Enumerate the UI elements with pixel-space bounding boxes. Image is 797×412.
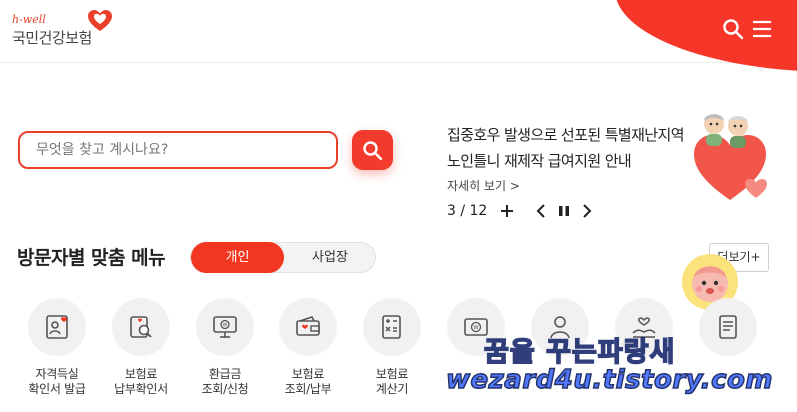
monitor-won-icon: W <box>213 316 237 338</box>
tile-label-line1: 보험료 <box>124 367 158 381</box>
pause-icon[interactable] <box>556 201 572 221</box>
tile-label-line2: 확인서 발급 <box>28 382 86 396</box>
menu-item-refund[interactable]: W 환급금 조회/신청 <box>190 298 260 397</box>
plus-icon[interactable] <box>499 201 515 221</box>
menu-item-eligibility-certificate[interactable]: 자격득실 확인서 발급 <box>22 298 92 397</box>
document-search-icon <box>130 316 152 338</box>
calculator-icon <box>382 315 401 339</box>
document-icon <box>719 315 737 339</box>
visitor-type-toggle: 개인 사업장 <box>190 242 376 273</box>
notice-page-indicator: 3 / 12 <box>447 203 488 219</box>
menu-item-premium-calculator[interactable]: 보험료 계산기 <box>357 298 427 397</box>
watermark-title: 꿈을 꾸는파랑새 <box>483 336 676 369</box>
tile-icon-circle <box>279 298 337 356</box>
tile-icon-circle <box>28 298 86 356</box>
notice-more-link[interactable]: 자세히 보기 > <box>447 177 520 194</box>
nhis-logo[interactable]: h-well 국민건강보험 <box>12 9 122 49</box>
tile-label-line1: 환급금 <box>208 367 242 381</box>
tile-icon-circle <box>699 298 757 356</box>
heart-logo-icon <box>88 10 112 31</box>
search-icon[interactable] <box>722 18 744 40</box>
search-button[interactable] <box>352 130 393 170</box>
logo-hwell-text: h-well <box>12 13 46 26</box>
next-icon[interactable] <box>579 201 595 221</box>
svg-text:W: W <box>223 323 228 329</box>
tile-label-line2: 조회/신청 <box>201 382 249 396</box>
menu-item-payment-certificate[interactable]: 보험료 납부확인서 <box>106 298 176 397</box>
search-input[interactable] <box>18 131 338 169</box>
svg-text:W: W <box>473 325 479 331</box>
tile-icon-circle: W <box>196 298 254 356</box>
tile-label-line2: 납부확인서 <box>114 382 168 396</box>
tab-personal[interactable]: 개인 <box>191 242 284 273</box>
notice-title-line2[interactable]: 노인틀니 재제작 급여지원 안내 <box>447 150 632 171</box>
tab-business[interactable]: 사업장 <box>284 243 376 272</box>
tile-icon-circle <box>363 298 421 356</box>
tile-label-line1: 보험료 <box>375 367 409 381</box>
logo-name-text: 국민건강보험 <box>12 29 92 47</box>
id-card-heart-icon <box>46 315 68 339</box>
wallet-icon <box>296 316 320 336</box>
tile-label-line2: 조회/납부 <box>284 382 332 396</box>
search-icon <box>363 141 383 161</box>
tile-label-line2: 계산기 <box>375 382 409 396</box>
tile-label-line1: 보험료 <box>291 367 325 381</box>
tile-icon-circle <box>112 298 170 356</box>
elderly-couple-heart-illustration <box>694 114 767 200</box>
tile-label-line1: 자격득실 <box>35 367 79 381</box>
hamburger-menu-icon[interactable] <box>751 18 773 40</box>
menu-item-premium-payment[interactable]: 보험료 조회/납부 <box>273 298 343 397</box>
prev-icon[interactable] <box>533 201 549 221</box>
menu-section-title: 방문자별 맞춤 메뉴 <box>17 247 166 269</box>
watermark-url: wezard4u.tistory.com <box>445 364 773 396</box>
notice-title-line1[interactable]: 집중호우 발생으로 선포된 특별재난지역 <box>447 124 685 145</box>
